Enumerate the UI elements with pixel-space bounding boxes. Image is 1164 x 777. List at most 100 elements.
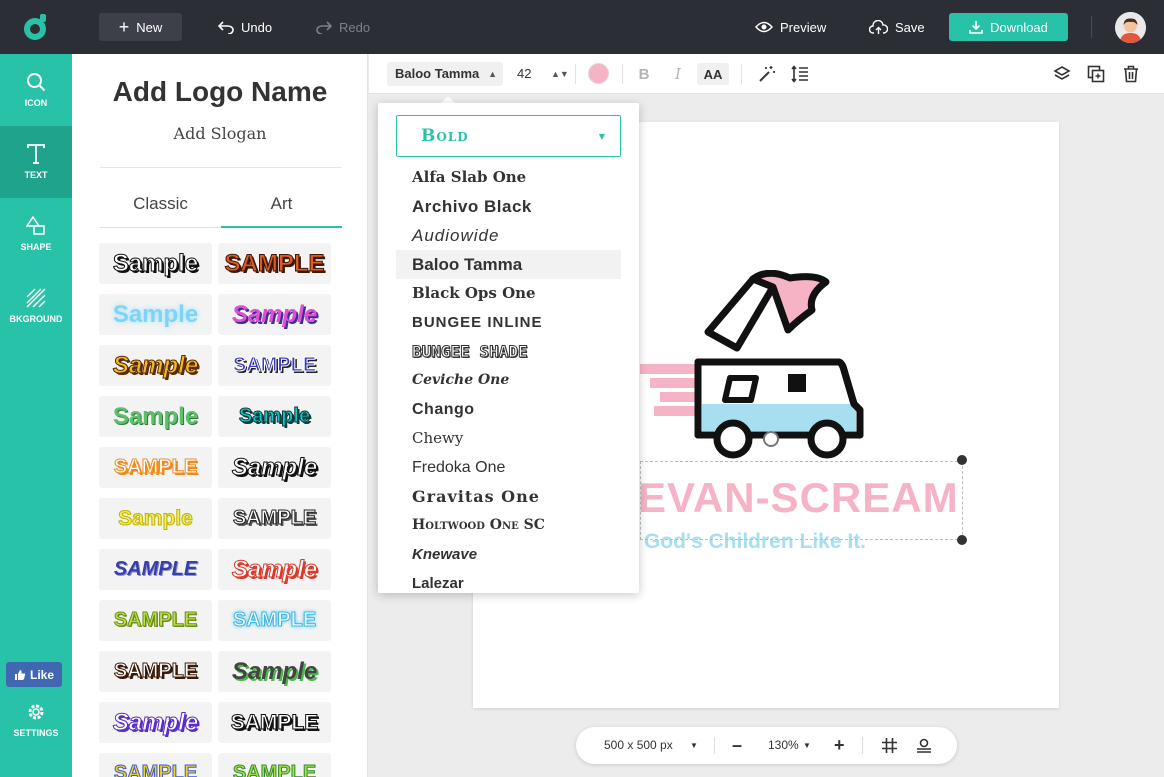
add-slogan-button[interactable]: Add Slogan: [72, 124, 367, 143]
font-option[interactable]: Alfa Slab One: [396, 163, 621, 192]
text-style-sample[interactable]: SAMPLE: [99, 651, 212, 692]
text-style-sample[interactable]: Sample: [218, 396, 331, 437]
font-size-stepper-icon[interactable]: ▲▼: [551, 62, 569, 86]
tab-art[interactable]: Art: [221, 194, 342, 228]
text-style-sample[interactable]: Sample: [99, 396, 212, 437]
font-option[interactable]: Black Ops One: [396, 279, 621, 308]
rail-item-shape[interactable]: SHAPE: [0, 198, 72, 270]
text-style-sample[interactable]: SAMPLE: [218, 243, 331, 284]
ice-cream-truck-logo[interactable]: [630, 270, 870, 466]
topbar-divider: [1091, 16, 1092, 38]
layers-icon[interactable]: [1053, 65, 1071, 83]
text-style-sample[interactable]: Sample: [218, 447, 331, 488]
zoom-out-button[interactable]: –: [732, 727, 742, 764]
chevron-down-icon[interactable]: ▼: [690, 727, 698, 764]
text-style-sample[interactable]: Sample: [99, 243, 212, 284]
download-icon: [969, 21, 983, 34]
resize-handle[interactable]: [957, 455, 967, 465]
font-option[interactable]: BUNGEE INLINE: [396, 308, 621, 337]
text-style-sample[interactable]: Sample: [218, 294, 331, 335]
app-logo[interactable]: [0, 0, 72, 54]
rail-item-label: SHAPE: [20, 242, 52, 252]
font-option[interactable]: Fredoka One: [396, 453, 621, 482]
align-bottom-icon[interactable]: [916, 738, 932, 753]
text-style-sample[interactable]: Sample: [218, 651, 331, 692]
zoom-in-button[interactable]: +: [834, 727, 845, 764]
new-button[interactable]: + New: [99, 13, 182, 41]
font-option[interactable]: Holtwood One SC: [396, 511, 621, 540]
rail-item-label: BKGROUND: [9, 314, 63, 324]
text-toolbar: Baloo Tamma ▲ 42 ▲▼ B I AA: [369, 54, 1164, 94]
bottombar-divider: [714, 737, 715, 754]
font-family-value: Baloo Tamma: [395, 66, 480, 81]
bold-button[interactable]: B: [637, 63, 651, 85]
avatar[interactable]: [1115, 12, 1146, 43]
font-option[interactable]: Ceviche One: [396, 366, 621, 395]
text-style-sample[interactable]: Sample: [218, 549, 331, 590]
font-option[interactable]: Audiowide: [396, 221, 621, 250]
canvas-size-select[interactable]: 500 x 500 px: [604, 727, 673, 764]
font-option[interactable]: Chewy: [396, 424, 621, 453]
text-style-grid: Sample SAMPLE Sample Sample Sample SAMPL…: [99, 243, 339, 777]
rail-item-icon[interactable]: ICON: [0, 54, 72, 126]
italic-button[interactable]: I: [671, 63, 685, 85]
top-bar: + New Undo Redo Preview Save Download: [0, 0, 1164, 54]
line-spacing-icon[interactable]: [791, 65, 809, 83]
undo-icon: [218, 21, 234, 34]
text-style-sample[interactable]: SAMPLE: [218, 345, 331, 386]
chevron-down-icon[interactable]: ▼: [803, 727, 811, 764]
text-color-swatch[interactable]: [588, 63, 609, 84]
font-list: Alfa Slab One Archivo Black Audiowide Ba…: [396, 163, 621, 593]
selection-box: [640, 461, 963, 540]
grid-icon[interactable]: [882, 738, 897, 753]
font-option[interactable]: Archivo Black: [396, 192, 621, 221]
rail-item-background[interactable]: BKGROUND: [0, 270, 72, 342]
tab-classic[interactable]: Classic: [100, 194, 221, 228]
left-rail: ICON TEXT SHAPE BKGROUND Like SETTINGS: [0, 54, 72, 777]
rail-item-text[interactable]: TEXT: [0, 126, 72, 198]
text-style-sample[interactable]: SAMPLE: [99, 600, 212, 641]
text-style-sample[interactable]: Sample: [99, 702, 212, 743]
text-style-sample[interactable]: SAMPLE: [218, 702, 331, 743]
resize-handle[interactable]: [957, 535, 967, 545]
text-icon: [27, 144, 45, 164]
text-style-sample[interactable]: SAMPLE: [99, 447, 212, 488]
font-family-select[interactable]: Baloo Tamma ▲: [387, 62, 503, 86]
select-arrows-icon: ▲: [488, 69, 497, 79]
letter-case-button[interactable]: AA: [697, 63, 729, 85]
font-option[interactable]: Gravitas One: [396, 482, 621, 511]
text-style-sample[interactable]: SAMPLE: [218, 600, 331, 641]
redo-icon: [316, 21, 332, 34]
font-option[interactable]: BUNGEE SHADE: [396, 337, 621, 366]
save-button[interactable]: Save: [869, 13, 925, 41]
add-logo-name-button[interactable]: Add Logo Name: [72, 76, 367, 108]
font-option[interactable]: Lalezar: [396, 569, 621, 593]
font-option[interactable]: Knewave: [396, 540, 621, 569]
text-style-sample[interactable]: SAMPLE: [99, 549, 212, 590]
plus-icon: +: [118, 17, 130, 37]
rail-item-settings[interactable]: SETTINGS: [0, 684, 72, 756]
font-weight-select[interactable]: Bold ▼: [396, 115, 621, 157]
font-dropdown: Bold ▼ Alfa Slab One Archivo Black Audio…: [378, 103, 639, 593]
font-size-value[interactable]: 42: [517, 62, 531, 86]
magic-wand-icon[interactable]: [758, 65, 776, 83]
download-button[interactable]: Download: [949, 13, 1068, 41]
thumbs-up-icon: [14, 669, 26, 680]
preview-button[interactable]: Preview: [755, 13, 826, 41]
text-style-sample[interactable]: Sample: [99, 294, 212, 335]
redo-button[interactable]: Redo: [316, 13, 370, 41]
text-style-sample[interactable]: Sample: [99, 498, 212, 539]
undo-button[interactable]: Undo: [218, 13, 272, 41]
text-style-sample[interactable]: Sample: [99, 345, 212, 386]
text-style-sample[interactable]: SAMPLE: [99, 753, 212, 777]
zoom-level-select[interactable]: 130%: [768, 727, 799, 764]
user-avatar-icon: [1115, 12, 1146, 43]
trash-icon[interactable]: [1122, 65, 1140, 83]
font-option-selected[interactable]: Baloo Tamma: [396, 250, 621, 279]
gear-icon: [28, 704, 44, 720]
text-style-sample[interactable]: SAMPLE: [218, 753, 331, 777]
duplicate-icon[interactable]: [1087, 65, 1105, 83]
text-style-sample[interactable]: SAMPLE: [218, 498, 331, 539]
download-label: Download: [990, 19, 1048, 35]
font-option[interactable]: Chango: [396, 395, 621, 424]
